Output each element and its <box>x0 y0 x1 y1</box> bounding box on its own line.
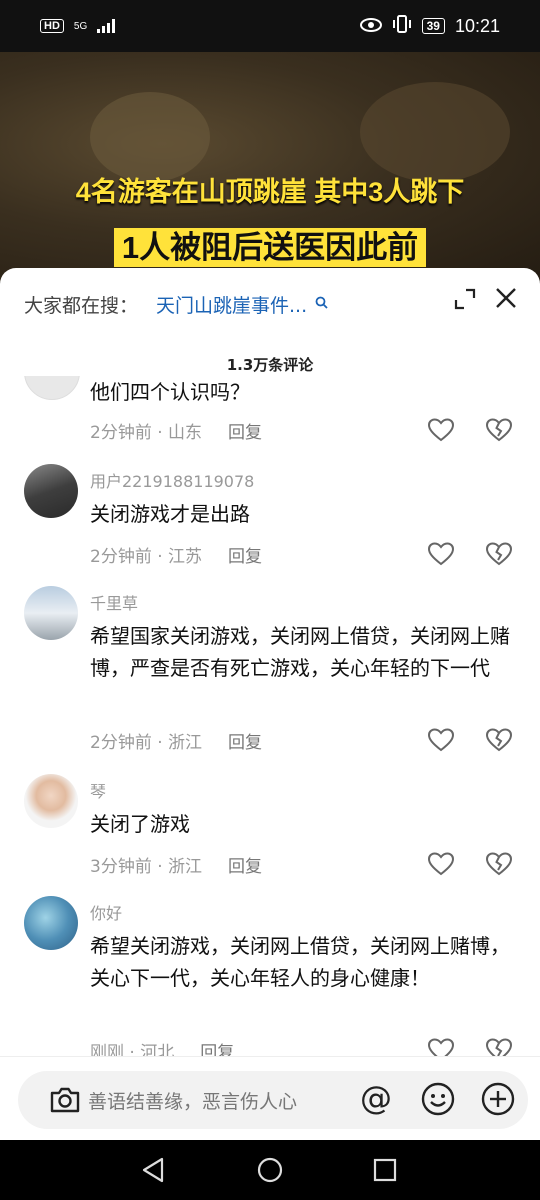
hd-icon: HD <box>40 19 64 33</box>
comment-text[interactable]: 他们四个认识吗？ <box>90 376 510 408</box>
comment-list[interactable]: 他们四个认识吗？ 2分钟前 · 山东 回复 用户2219188119078 关闭游… <box>0 376 540 1056</box>
search-label: 大家都在搜： <box>24 294 139 317</box>
like-icon[interactable] <box>428 852 454 876</box>
like-icon[interactable] <box>428 418 454 442</box>
comment-time-location: 3分钟前 · 浙江 <box>90 857 203 877</box>
reply-button[interactable]: 回复 <box>228 733 262 753</box>
comment-input[interactable]: 善语结善缘，恶言伤人心 @ <box>18 1071 528 1129</box>
reply-button[interactable]: 回复 <box>228 423 262 443</box>
comment-meta: 2分钟前 · 山东 回复 <box>90 418 262 443</box>
home-icon[interactable] <box>256 1156 284 1184</box>
comment-username[interactable]: 你好 <box>90 900 122 924</box>
battery-icon: 39 <box>421 18 445 34</box>
search-icon[interactable] <box>315 296 328 313</box>
avatar[interactable] <box>24 774 78 828</box>
comment-time-location: 2分钟前 · 山东 <box>90 423 203 443</box>
camera-icon[interactable] <box>48 1083 82 1117</box>
like-icon[interactable] <box>428 1038 454 1056</box>
reply-button[interactable]: 回复 <box>200 1043 234 1056</box>
comment-text[interactable]: 关闭了游戏 <box>90 808 510 840</box>
dislike-icon[interactable] <box>486 852 512 876</box>
status-bar: HD 5G 39 10:21 <box>0 0 540 52</box>
comment-meta: 3分钟前 · 浙江 回复 <box>90 852 262 877</box>
comment-username[interactable]: 用户2219188119078 <box>90 468 254 492</box>
comment-time-location: 刚刚 · 河北 <box>90 1043 175 1056</box>
vibrate-icon <box>392 14 412 38</box>
eye-icon <box>359 16 382 37</box>
system-nav-bar <box>0 1140 540 1200</box>
avatar[interactable] <box>24 896 78 950</box>
video-frame-shape <box>360 82 510 182</box>
video-caption-line1: 4名游客在山顶跳崖 其中3人跳下 <box>75 177 465 207</box>
comment-time-location: 2分钟前 · 浙江 <box>90 733 203 753</box>
mention-button[interactable]: @ <box>360 1079 392 1117</box>
video-player[interactable]: 4名游客在山顶跳崖 其中3人跳下 1人被阻后送医因此前 <box>0 52 540 282</box>
reply-button[interactable]: 回复 <box>228 547 262 567</box>
comment-meta: 2分钟前 · 浙江 回复 <box>90 728 262 753</box>
comment-meta: 刚刚 · 河北 回复 <box>90 1038 234 1056</box>
comment-username[interactable]: 千里草 <box>90 590 138 614</box>
comment-text[interactable]: 希望关闭游戏，关闭网上借贷，关闭网上赌博，关心下一代，关心年轻人的身心健康！ <box>90 930 510 994</box>
reply-button[interactable]: 回复 <box>228 857 262 877</box>
dislike-icon[interactable] <box>486 542 512 566</box>
comment-username[interactable]: 琴 <box>90 778 106 802</box>
clock: 10:21 <box>454 15 500 36</box>
comment-time-location: 2分钟前 · 江苏 <box>90 547 203 567</box>
search-suggestion[interactable]: 大家都在搜： 天门山跳崖事件... <box>24 286 516 322</box>
recents-icon[interactable] <box>372 1157 398 1183</box>
comment-sheet: 大家都在搜： 天门山跳崖事件... 1.3万条评论 他们四个认识吗？ 2分钟前 … <box>0 268 540 1140</box>
avatar[interactable] <box>24 464 78 518</box>
avatar[interactable] <box>24 586 78 640</box>
comment-input-bar: 善语结善缘，恶言伤人心 @ <box>0 1056 540 1141</box>
close-icon[interactable] <box>494 286 518 310</box>
comment-text[interactable]: 希望国家关闭游戏，关闭网上借贷，关闭网上赌博，严查是否有死亡游戏，关心年轻的下一… <box>90 620 510 684</box>
comment-count: 1.3万条评论 <box>226 356 314 374</box>
video-frame-shape <box>90 92 210 182</box>
dislike-icon[interactable] <box>486 418 512 442</box>
like-icon[interactable] <box>428 728 454 752</box>
network-type: 5G <box>73 20 88 32</box>
search-term-link[interactable]: 天门山跳崖事件... <box>156 291 307 318</box>
add-icon[interactable] <box>480 1081 516 1117</box>
comment-meta: 2分钟前 · 江苏 回复 <box>90 542 262 567</box>
like-icon[interactable] <box>428 542 454 566</box>
video-caption-line2: 1人被阻后送医因此前 <box>0 222 540 267</box>
signal-icon <box>97 19 116 33</box>
dislike-icon[interactable] <box>486 1038 512 1056</box>
expand-icon[interactable] <box>454 288 476 310</box>
comment-placeholder: 善语结善缘，恶言伤人心 <box>88 1091 298 1113</box>
dislike-icon[interactable] <box>486 728 512 752</box>
avatar[interactable] <box>24 376 80 400</box>
comment-text[interactable]: 关闭游戏才是出路 <box>90 498 510 530</box>
emoji-icon[interactable] <box>420 1081 456 1117</box>
back-icon[interactable] <box>140 1156 168 1184</box>
